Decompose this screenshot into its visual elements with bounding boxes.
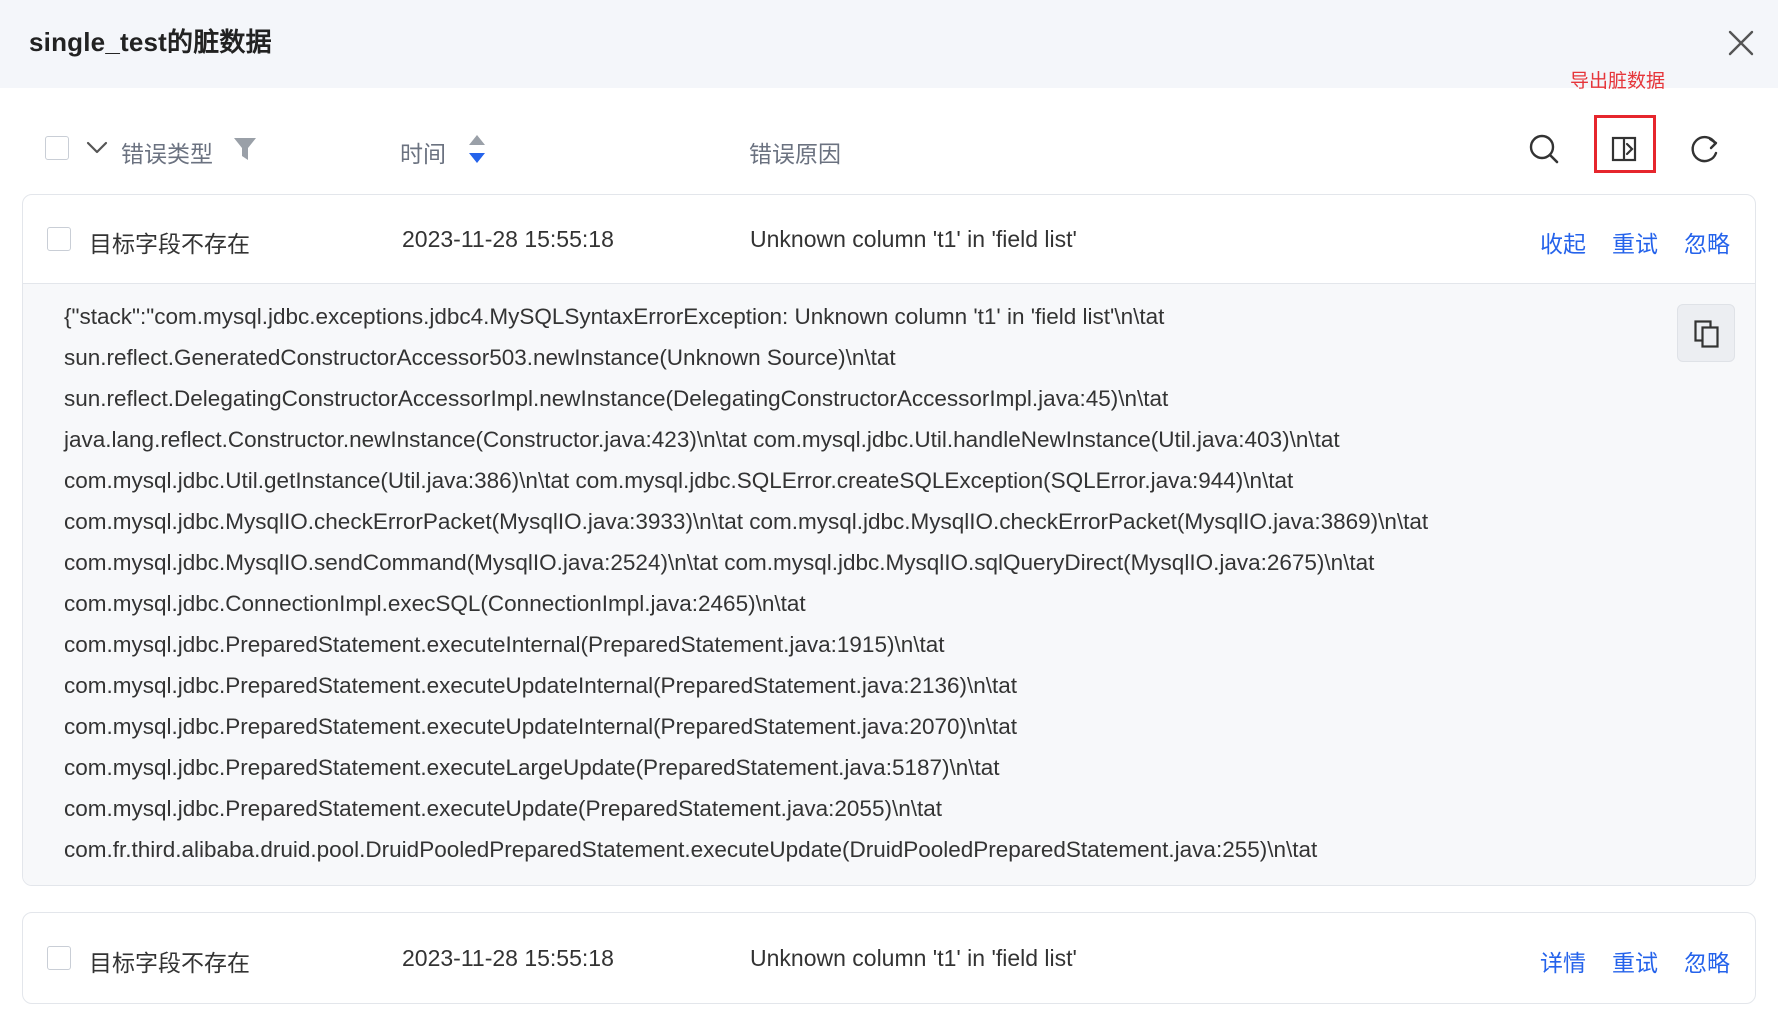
row-error-type: 目标字段不存在 [89,950,250,976]
error-detail-panel: {"stack":"com.mysql.jdbc.exceptions.jdbc… [23,283,1755,885]
retry-button[interactable]: 重试 [1612,225,1658,259]
error-record-card: 目标字段不存在 2023-11-28 15:55:18 Unknown colu… [22,912,1756,1004]
select-all-checkbox[interactable] [45,136,69,160]
copy-icon [1694,320,1719,348]
retry-button[interactable]: 重试 [1612,944,1658,978]
sort-icon[interactable] [467,133,487,165]
stack-line: {"stack":"com.mysql.jdbc.exceptions.jdbc… [64,304,1165,329]
column-error-type: 错误类型 [121,141,213,167]
refresh-icon[interactable] [1689,133,1721,165]
close-icon[interactable] [1726,28,1756,58]
column-error-reason: 错误原因 [749,141,841,167]
row-error-type: 目标字段不存在 [89,231,250,257]
stack-line: com.mysql.jdbc.PreparedStatement.execute… [64,796,942,821]
ignore-button[interactable]: 忽略 [1684,944,1730,978]
copy-button[interactable] [1677,304,1735,362]
search-icon[interactable] [1528,133,1560,165]
collapse-button[interactable]: 收起 [1540,225,1586,259]
stack-line: com.mysql.jdbc.MysqlIO.sendCommand(Mysql… [64,550,1375,575]
ignore-button[interactable]: 忽略 [1684,225,1730,259]
row-time: 2023-11-28 15:55:18 [402,226,614,252]
export-icon[interactable] [1611,135,1639,163]
stack-line: com.mysql.jdbc.PreparedStatement.execute… [64,714,1018,739]
stack-line: com.mysql.jdbc.ConnectionImpl.execSQL(Co… [64,591,806,616]
column-time: 时间 [400,141,446,167]
stack-line: com.fr.third.alibaba.druid.pool.DruidPoo… [64,837,1318,862]
stack-line: java.lang.reflect.Constructor.newInstanc… [64,427,1340,452]
filter-icon[interactable] [233,136,257,162]
row-checkbox[interactable] [47,227,71,251]
stack-line: com.mysql.jdbc.PreparedStatement.execute… [64,755,1000,780]
stack-line: com.mysql.jdbc.PreparedStatement.execute… [64,673,1018,698]
details-button[interactable]: 详情 [1540,944,1586,978]
row-checkbox[interactable] [47,946,71,970]
row-error-reason: Unknown column 't1' in 'field list' [750,226,1077,252]
row-time: 2023-11-28 15:55:18 [402,945,614,971]
chevron-down-icon[interactable] [86,140,108,156]
stack-line: sun.reflect.GeneratedConstructorAccessor… [64,345,896,370]
error-record-card: 目标字段不存在 2023-11-28 15:55:18 Unknown colu… [22,194,1756,886]
export-tooltip: 导出脏数据 [1570,71,1666,92]
dialog-title: single_test的脏数据 [29,27,272,57]
stack-line: com.mysql.jdbc.MysqlIO.checkErrorPacket(… [64,509,1429,534]
row-error-reason: Unknown column 't1' in 'field list' [750,945,1077,971]
stack-line: sun.reflect.DelegatingConstructorAccesso… [64,386,1169,411]
dialog-header: single_test的脏数据 [0,0,1778,88]
stack-line: com.mysql.jdbc.PreparedStatement.execute… [64,632,945,657]
stack-line: com.mysql.jdbc.Util.getInstance(Util.jav… [64,468,1294,493]
